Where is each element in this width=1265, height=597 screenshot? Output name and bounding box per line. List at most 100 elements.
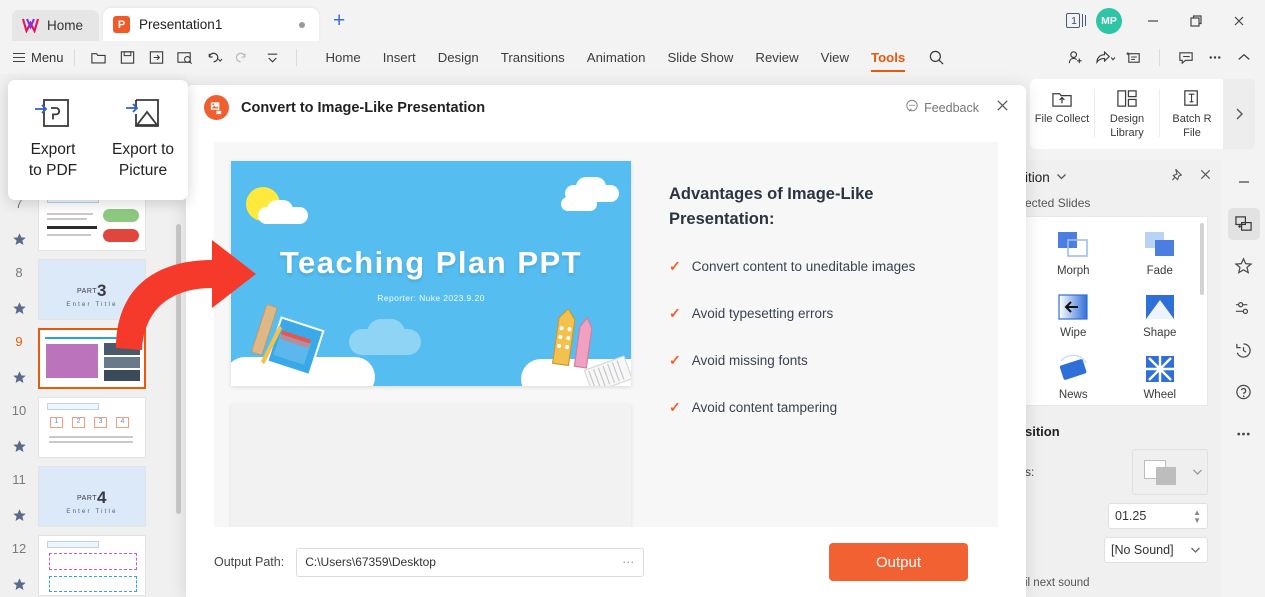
tools-ribbon-group: File Collect Design Library Batch R File xyxy=(1030,79,1235,149)
animation-star-icon[interactable] xyxy=(0,509,38,522)
advantages-column: Advantages of Image-Like Presentation: ✓… xyxy=(669,182,979,446)
advantage-item: ✓ Avoid typesetting errors xyxy=(669,305,979,322)
transition-effect-morph[interactable]: Morph xyxy=(1030,225,1117,287)
menu-button[interactable]: Menu xyxy=(13,50,64,65)
advantage-label: Avoid content tampering xyxy=(692,400,837,415)
ribbon-tab-review[interactable]: Review xyxy=(744,46,809,69)
slide-thumb-12[interactable]: 12 xyxy=(0,535,186,596)
slide-thumb-10[interactable]: 10 1 2 3 4 xyxy=(0,397,186,458)
ribbon-tab-view[interactable]: View xyxy=(810,46,860,69)
spinner-icon[interactable]: ▲▼ xyxy=(1193,509,1201,524)
chevron-right-icon[interactable] xyxy=(1223,79,1255,149)
animation-star-icon[interactable] xyxy=(0,302,38,315)
part-label: PART xyxy=(77,495,97,502)
ribbon-tab-insert[interactable]: Insert xyxy=(372,46,427,69)
open-folder-icon[interactable] xyxy=(85,45,112,70)
convert-to-image-dialog: Convert to Image-Like Presentation Feedb… xyxy=(186,85,1026,597)
ribbon-tab-transitions[interactable]: Transitions xyxy=(490,46,576,69)
duration-value: 01.25 xyxy=(1115,509,1146,523)
gallery-scrollbar[interactable] xyxy=(1200,223,1204,295)
transition-effect-wipe[interactable]: Wipe xyxy=(1030,287,1117,349)
transition-panel-icon[interactable] xyxy=(1228,208,1260,240)
transition-label: Morph xyxy=(1057,265,1090,277)
slide-thumb-11[interactable]: 11 PART4 Enter Title xyxy=(0,466,186,527)
save-icon[interactable] xyxy=(114,45,141,70)
transition-panel-header: ition xyxy=(1011,160,1222,194)
browse-ellipsis-icon[interactable]: ⋯ xyxy=(622,555,635,569)
slide-count-badge[interactable]: 1 xyxy=(1065,12,1087,30)
undo-icon[interactable] xyxy=(201,45,228,70)
pin-icon[interactable] xyxy=(1171,168,1185,187)
redo-icon[interactable] xyxy=(230,45,257,70)
animation-star-icon[interactable] xyxy=(0,440,38,453)
settings-sliders-icon[interactable] xyxy=(1228,292,1260,324)
sound-select[interactable]: [No Sound] xyxy=(1104,537,1208,563)
animation-star-icon[interactable] xyxy=(0,371,38,384)
part-title: Enter Title xyxy=(39,302,145,308)
duration-stepper[interactable]: 01.25 ▲▼ xyxy=(1108,503,1208,529)
effect-options-label: s: xyxy=(1025,465,1093,479)
ribbon-tab-slide-show[interactable]: Slide Show xyxy=(656,46,744,69)
customize-icon[interactable] xyxy=(259,45,286,70)
batch-rename-button[interactable]: Batch R File xyxy=(1160,85,1224,141)
file-collect-button[interactable]: File Collect xyxy=(1030,85,1094,127)
ribbon-tab-design[interactable]: Design xyxy=(427,46,490,69)
history-icon[interactable] xyxy=(1228,334,1260,366)
effect-options-dropdown[interactable] xyxy=(1132,449,1208,495)
comment-icon[interactable] xyxy=(1172,45,1199,70)
share-icon[interactable] xyxy=(1091,45,1118,70)
feedback-button[interactable]: Feedback xyxy=(905,99,979,116)
ribbon-tab-animation[interactable]: Animation xyxy=(576,46,657,69)
output-path-input[interactable]: C:\Users\67359\Desktop ⋯ xyxy=(296,548,644,577)
transition-label: Shape xyxy=(1143,327,1176,339)
avatar[interactable]: MP xyxy=(1096,8,1122,34)
restore-icon[interactable] xyxy=(1176,6,1216,36)
slide-preview-column: Teaching Plan PPT Reporter: Nuke 2023.9.… xyxy=(231,161,631,527)
transition-effect-wheel[interactable]: Wheel xyxy=(1117,349,1204,406)
animation-star-icon[interactable] xyxy=(0,578,38,591)
duration-row: 01.25 ▲▼ xyxy=(1011,503,1222,529)
ribbon-tab-tools[interactable]: Tools xyxy=(860,46,916,69)
slide-number: 11 xyxy=(0,472,38,487)
output-path-label: Output Path: xyxy=(214,555,284,569)
chevron-down-icon[interactable] xyxy=(1056,168,1067,186)
close-icon[interactable] xyxy=(1219,6,1259,36)
export-to-picture-button[interactable]: Export to Picture xyxy=(98,92,188,200)
tab-presentation1[interactable]: P Presentation1 xyxy=(103,8,319,41)
add-collaborator-icon[interactable] xyxy=(1062,45,1089,70)
transition-panel: ition ected Slides Morph xyxy=(1010,160,1222,597)
part-title: Enter Title xyxy=(39,509,145,515)
sound-value: [No Sound] xyxy=(1111,543,1174,557)
transition-effect-fade[interactable]: Fade xyxy=(1117,225,1204,287)
tab-home[interactable]: Home xyxy=(12,10,99,41)
slide-thumb-content: PART3 Enter Title xyxy=(38,259,146,320)
minimize-icon[interactable] xyxy=(1133,6,1173,36)
new-note-icon[interactable] xyxy=(1120,45,1147,70)
slide-thumb-9[interactable]: 9 xyxy=(0,328,186,389)
export-to-pdf-button[interactable]: Export to PDF xyxy=(8,92,98,200)
search-icon[interactable] xyxy=(928,49,945,66)
transition-effect-shape[interactable]: Shape xyxy=(1117,287,1204,349)
transition-panel-header-actions xyxy=(1171,168,1212,187)
collapse-panel-icon[interactable] xyxy=(1228,166,1260,198)
help-icon[interactable] xyxy=(1228,376,1260,408)
more-icon[interactable] xyxy=(1228,418,1260,450)
export-popup-menu[interactable]: Export to PDF Export to Picture xyxy=(8,80,188,200)
slide-thumb-8[interactable]: 8 PART3 Enter Title xyxy=(0,259,186,320)
dialog-close-icon[interactable] xyxy=(995,98,1010,118)
ribbon-tab-home[interactable]: Home xyxy=(315,46,372,69)
output-button[interactable]: Output xyxy=(829,543,968,581)
transition-effect-news[interactable]: News xyxy=(1030,349,1117,406)
print-preview-icon[interactable] xyxy=(172,45,199,70)
design-library-button[interactable]: Design Library xyxy=(1095,85,1159,141)
close-icon[interactable] xyxy=(1199,168,1212,187)
slide-panel-scrollbar[interactable] xyxy=(176,224,181,514)
save-as-icon[interactable] xyxy=(143,45,170,70)
new-tab-button[interactable]: + xyxy=(333,10,345,31)
transition-effects-gallery[interactable]: Morph Fade Wipe xyxy=(1025,216,1208,406)
animation-star-icon[interactable] xyxy=(1228,250,1260,282)
wheel-transition-icon xyxy=(1117,349,1204,389)
animation-star-icon[interactable] xyxy=(0,233,38,246)
more-icon[interactable] xyxy=(1201,45,1228,70)
collapse-ribbon-icon[interactable] xyxy=(1230,45,1257,70)
